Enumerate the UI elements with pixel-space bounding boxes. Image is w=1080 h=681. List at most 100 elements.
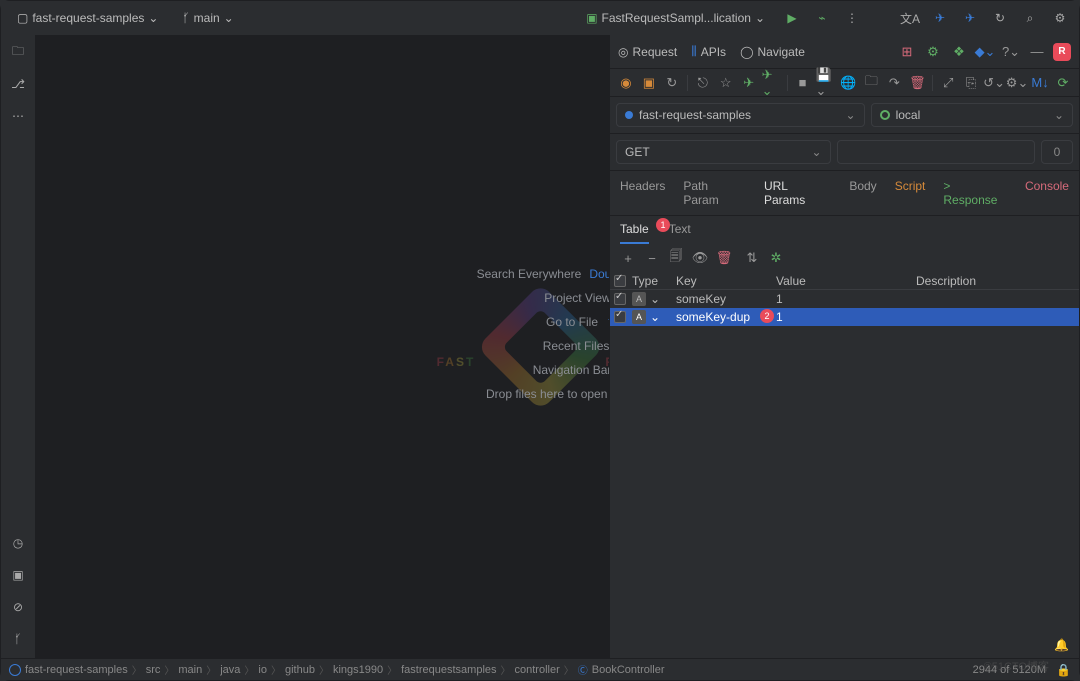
more-button[interactable]: ⋮	[841, 7, 863, 29]
run-button[interactable]: ▶	[781, 7, 803, 29]
branch-icon: ᚶ	[182, 11, 189, 25]
send2-icon[interactable]: ✈	[959, 7, 981, 29]
project-selector[interactable]: ▢ fast-request-samples ⌄	[9, 8, 166, 28]
project-select[interactable]: fast-request-samples ⌄	[616, 103, 865, 127]
crumb[interactable]: io	[258, 664, 267, 676]
fastrequest-badge[interactable]: R	[1053, 43, 1071, 61]
table-row[interactable]: A⌄ someKey 1	[610, 290, 1079, 308]
subtab-body[interactable]: Body	[849, 179, 876, 207]
help-icon[interactable]: ?⌄	[1001, 42, 1021, 62]
crumb[interactable]: java	[220, 664, 240, 676]
badge-1: 1	[656, 218, 670, 232]
cell-value[interactable]: 1	[776, 310, 916, 324]
check-all[interactable]	[614, 275, 626, 287]
send-icon[interactable]: ✈	[929, 7, 951, 29]
record-icon[interactable]: ▣	[639, 73, 659, 93]
save-icon[interactable]: 💾⌄	[816, 73, 836, 93]
tab-apis[interactable]: ⫼APIs	[691, 44, 726, 59]
debug-button[interactable]: ⌁	[811, 7, 833, 29]
link-icon[interactable]: ⎋	[693, 73, 713, 93]
clear-icon[interactable]: 🗑	[714, 248, 734, 268]
auto-icon[interactable]: ✲	[766, 248, 786, 268]
files-icon[interactable]: 🗀	[7, 41, 29, 63]
grid-icon[interactable]: ⊞	[897, 42, 917, 62]
retry-count[interactable]: 0	[1041, 140, 1073, 164]
gear-icon[interactable]: ⚙	[923, 42, 943, 62]
tab-navigate[interactable]: ◯Navigate	[740, 45, 805, 59]
branch-selector[interactable]: ᚶ main ⌄	[174, 8, 241, 28]
search-icon[interactable]: ⌕	[1019, 7, 1041, 29]
mode-text[interactable]: Text	[669, 222, 691, 244]
crumb[interactable]: BookController	[592, 664, 665, 676]
send-icon[interactable]: ✈	[739, 73, 759, 93]
chart-icon[interactable]: ⤢	[938, 73, 958, 93]
status-indicator[interactable]	[9, 664, 21, 676]
row-check[interactable]	[614, 293, 626, 305]
method-select[interactable]: GET ⌄	[616, 140, 831, 164]
badge-2: 2	[760, 309, 774, 323]
chevron-down-icon: ⌄	[755, 11, 765, 25]
crumb[interactable]: controller	[515, 664, 560, 676]
mode-table[interactable]: Table	[620, 222, 649, 244]
markdown-icon[interactable]: M↓	[1030, 73, 1050, 93]
url-input[interactable]	[837, 140, 1036, 164]
crumb[interactable]: main	[178, 664, 202, 676]
chevron-down-icon: ⌄	[1054, 108, 1064, 122]
lock-icon[interactable]: 🔒	[1056, 663, 1071, 677]
tab-request[interactable]: ◎Request	[618, 45, 677, 59]
cube-icon[interactable]: ◆⌄	[975, 42, 995, 62]
sync-icon[interactable]: ⟳	[1053, 73, 1073, 93]
env-select[interactable]: local ⌄	[871, 103, 1073, 127]
memory-indicator[interactable]: 2944 of 5120M	[973, 664, 1046, 676]
remove-row-icon[interactable]: −	[642, 248, 662, 268]
table-row[interactable]: A⌄ someKey-dup 1 2	[610, 308, 1079, 326]
vcs-icon[interactable]: ᚶ	[7, 628, 29, 650]
chevron-down-icon[interactable]: ⌄	[650, 310, 660, 324]
services-icon[interactable]: ◷	[7, 532, 29, 554]
subtab-response[interactable]: > Response	[943, 179, 1007, 207]
translate-icon[interactable]: 文A	[899, 7, 921, 29]
run-config-selector[interactable]: ▣ FastRequestSampl...lication ⌄	[578, 8, 773, 28]
structure-icon[interactable]: ⎇	[7, 73, 29, 95]
cell-value[interactable]: 1	[776, 292, 916, 306]
subtab-headers[interactable]: Headers	[620, 179, 665, 207]
add-row-icon[interactable]: +	[618, 248, 638, 268]
row-check[interactable]	[614, 311, 626, 323]
minimize-icon[interactable]: —	[1027, 42, 1047, 62]
crumb[interactable]: fast-request-samples	[25, 664, 128, 676]
crumb[interactable]: github	[285, 664, 315, 676]
problems-icon[interactable]: ⊘	[7, 596, 29, 618]
config-icon[interactable]: ⚙⌄	[1007, 73, 1027, 93]
subtab-url[interactable]: URL Params	[764, 179, 831, 207]
crumb[interactable]: fastrequestsamples	[401, 664, 496, 676]
subtab-console[interactable]: Console	[1025, 179, 1069, 207]
subtab-path[interactable]: Path Param	[683, 179, 746, 207]
notifications-icon[interactable]: 🔔	[1054, 638, 1069, 652]
folder-icon[interactable]: 🗀	[861, 73, 881, 93]
delete-icon[interactable]: 🗑	[907, 73, 927, 93]
refresh-icon[interactable]: ↻	[662, 73, 682, 93]
subtab-script[interactable]: Script	[895, 179, 926, 207]
stop2-icon[interactable]: ■	[793, 73, 813, 93]
tip-navbar: Navigation Bar	[533, 363, 612, 377]
eye-icon[interactable]: 👁	[690, 248, 710, 268]
more-tools-icon[interactable]: ⋯	[7, 105, 29, 127]
leaf-icon[interactable]: ❖	[949, 42, 969, 62]
stop-icon[interactable]: ◉	[616, 73, 636, 93]
curl-icon[interactable]: ↷	[884, 73, 904, 93]
crumb[interactable]: kings1990	[333, 664, 383, 676]
settings-icon[interactable]: ⚙	[1049, 7, 1071, 29]
send-download-icon[interactable]: ✈⌄	[762, 73, 782, 93]
terminal-icon[interactable]: ▣	[7, 564, 29, 586]
crumb[interactable]: src	[146, 664, 161, 676]
bookmark-icon[interactable]: ☆	[716, 73, 736, 93]
duplicate-icon[interactable]: 🗐	[666, 248, 686, 268]
cell-key[interactable]: someKey	[676, 292, 776, 306]
copy-icon[interactable]: ⎘	[961, 73, 981, 93]
update-icon[interactable]: ↻	[989, 7, 1011, 29]
sort-icon[interactable]: ⇅	[742, 248, 762, 268]
chevron-down-icon: ⌄	[224, 11, 234, 25]
history-icon[interactable]: ↺⌄	[984, 73, 1004, 93]
chevron-down-icon[interactable]: ⌄	[650, 292, 660, 306]
globe-icon[interactable]: 🌐	[838, 73, 858, 93]
